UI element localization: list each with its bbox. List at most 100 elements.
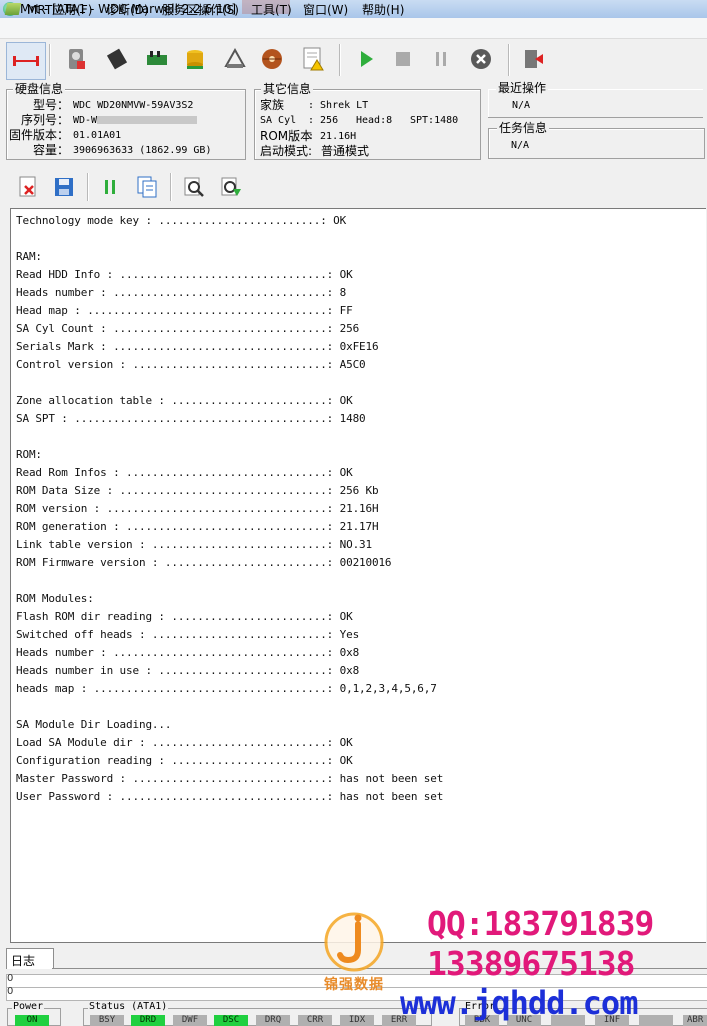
exit-button[interactable] bbox=[516, 42, 550, 76]
warning-log-icon bbox=[303, 47, 324, 71]
clear-log-icon bbox=[19, 176, 36, 197]
toolbar-separator bbox=[87, 173, 89, 201]
export-log-button[interactable] bbox=[214, 170, 248, 204]
stop-button[interactable] bbox=[386, 42, 420, 76]
connect-button[interactable] bbox=[6, 42, 46, 80]
family-label: 家族 bbox=[260, 98, 285, 112]
capacity-value: 3906963633 (1862.99 GB) bbox=[73, 145, 212, 156]
recent-op-group: 最近操作 N/A bbox=[488, 81, 703, 118]
menu-tools[interactable]: 工具(T) bbox=[251, 2, 292, 18]
head-count: Head:8 bbox=[356, 115, 393, 126]
copy-log-icon bbox=[137, 176, 157, 198]
disk-info-group: 硬盘信息 型号： WDC WD20NMVW-59AV3S2 序列号： WD-W … bbox=[6, 82, 246, 160]
hdd-scan-button[interactable] bbox=[60, 42, 94, 76]
serial-value: WD-W bbox=[73, 115, 98, 126]
clear-log-button[interactable] bbox=[11, 170, 45, 204]
pause-log-button[interactable] bbox=[93, 170, 127, 204]
status-led-drq: DRQ bbox=[256, 1015, 290, 1026]
pause-icon bbox=[436, 52, 446, 66]
disk-platter-icon bbox=[262, 49, 282, 69]
abort-button[interactable] bbox=[464, 42, 498, 76]
recent-op-title: 最近操作 bbox=[496, 81, 549, 95]
recent-op-value: N/A bbox=[512, 100, 531, 111]
log-text: Technology mode key : ..................… bbox=[16, 214, 444, 803]
copy-log-button[interactable] bbox=[130, 170, 164, 204]
status-title: Status (ATA1) bbox=[88, 1001, 169, 1012]
boot-mode-label: 启动模式: bbox=[260, 144, 313, 158]
database-icon bbox=[187, 50, 203, 69]
watermark-brand: 锦强数据 bbox=[324, 977, 384, 993]
watermark-phone: 13389675138 bbox=[427, 944, 636, 983]
chip-button[interactable] bbox=[100, 42, 134, 76]
firmware-value: 01.01A01 bbox=[73, 130, 122, 141]
counter-2: 0 bbox=[7, 986, 14, 997]
rom-label: ROM版本 bbox=[260, 129, 313, 143]
model-value: WDC WD20NMVW-59AV3S2 bbox=[73, 100, 194, 111]
stop-icon bbox=[396, 52, 410, 66]
status-led-bsy: BSY bbox=[90, 1015, 124, 1026]
watermark-logo bbox=[324, 912, 384, 972]
spt-value: SPT:1480 bbox=[410, 115, 459, 126]
status-led-drd: DRD bbox=[131, 1015, 165, 1026]
disk-platter-button[interactable] bbox=[255, 42, 289, 76]
family-value: : Shrek LT bbox=[308, 100, 369, 111]
sa-cyl-value: : 256 bbox=[308, 115, 339, 126]
toolbar-separator bbox=[49, 44, 51, 76]
log-panel[interactable]: Technology mode key : ..................… bbox=[10, 208, 706, 943]
status-led-crr: CRR bbox=[298, 1015, 332, 1026]
status-led-dwf: DWF bbox=[173, 1015, 207, 1026]
save-log-button[interactable] bbox=[47, 170, 81, 204]
task-info-value: N/A bbox=[511, 140, 530, 151]
toolbar-separator bbox=[170, 173, 172, 201]
tab-log-label: 日志 bbox=[11, 954, 36, 968]
power-title: Power bbox=[12, 1001, 45, 1012]
serial-redaction bbox=[97, 116, 198, 124]
task-info-title: 任务信息 bbox=[497, 121, 550, 135]
watermark-url: www.jqhdd.com bbox=[400, 984, 638, 1022]
menu-bar bbox=[0, 18, 707, 39]
power-led: ON bbox=[15, 1015, 49, 1026]
other-info-title: 其它信息 bbox=[261, 82, 314, 96]
error-led-blank-2 bbox=[639, 1015, 673, 1026]
task-info-group: 任务信息 N/A bbox=[488, 121, 705, 159]
toolbar-separator bbox=[508, 44, 510, 76]
abort-icon bbox=[471, 49, 491, 69]
board-button[interactable] bbox=[140, 42, 174, 76]
pause-log-icon bbox=[105, 180, 115, 194]
boot-mode-value: 普通模式 bbox=[321, 144, 370, 158]
status-led-idx: IDX bbox=[340, 1015, 374, 1026]
exit-icon bbox=[525, 50, 543, 68]
connect-icon bbox=[13, 56, 39, 66]
menu-service-area[interactable]: 服务区操作(S) bbox=[162, 2, 239, 18]
menu-help[interactable]: 帮助(H) bbox=[362, 2, 404, 18]
play-button[interactable] bbox=[349, 42, 383, 76]
error-led-abr: ABR bbox=[683, 1015, 707, 1026]
counter-1: 0 bbox=[7, 973, 14, 984]
log-warning-button[interactable] bbox=[296, 42, 330, 76]
menu-mrt-app[interactable]: MRT应用(F) bbox=[27, 2, 92, 18]
menu-diagnose[interactable]: 诊断(D) bbox=[106, 2, 149, 18]
hdd-scan-icon bbox=[69, 49, 85, 69]
firmware-label: 固件版本： bbox=[8, 128, 69, 142]
search-log-icon bbox=[184, 177, 204, 197]
chip-icon bbox=[106, 48, 128, 70]
sa-cyl-label: SA Cyl bbox=[260, 115, 297, 126]
tab-log[interactable]: 日志 bbox=[6, 948, 54, 969]
recycle-button[interactable] bbox=[218, 42, 252, 76]
play-icon bbox=[361, 51, 373, 67]
menu-window[interactable]: 窗口(W) bbox=[303, 2, 348, 18]
save-log-icon bbox=[55, 178, 73, 196]
watermark-qq: QQ:183791839 bbox=[427, 904, 654, 943]
menu-app-icon bbox=[4, 3, 22, 15]
serial-label: 序列号： bbox=[20, 113, 69, 127]
status-led-dsc: DSC bbox=[214, 1015, 248, 1026]
board-icon bbox=[147, 51, 167, 65]
pause-button[interactable] bbox=[424, 42, 458, 76]
toolbar-separator bbox=[339, 44, 341, 76]
search-log-button[interactable] bbox=[177, 170, 211, 204]
disk-info-title: 硬盘信息 bbox=[13, 82, 66, 96]
capacity-label: 容量： bbox=[32, 143, 69, 157]
other-info-group: 其它信息 家族 : Shrek LT SA Cyl : 256 Head:8 S… bbox=[254, 82, 481, 160]
database-button[interactable] bbox=[178, 42, 212, 76]
export-log-icon bbox=[221, 177, 241, 196]
